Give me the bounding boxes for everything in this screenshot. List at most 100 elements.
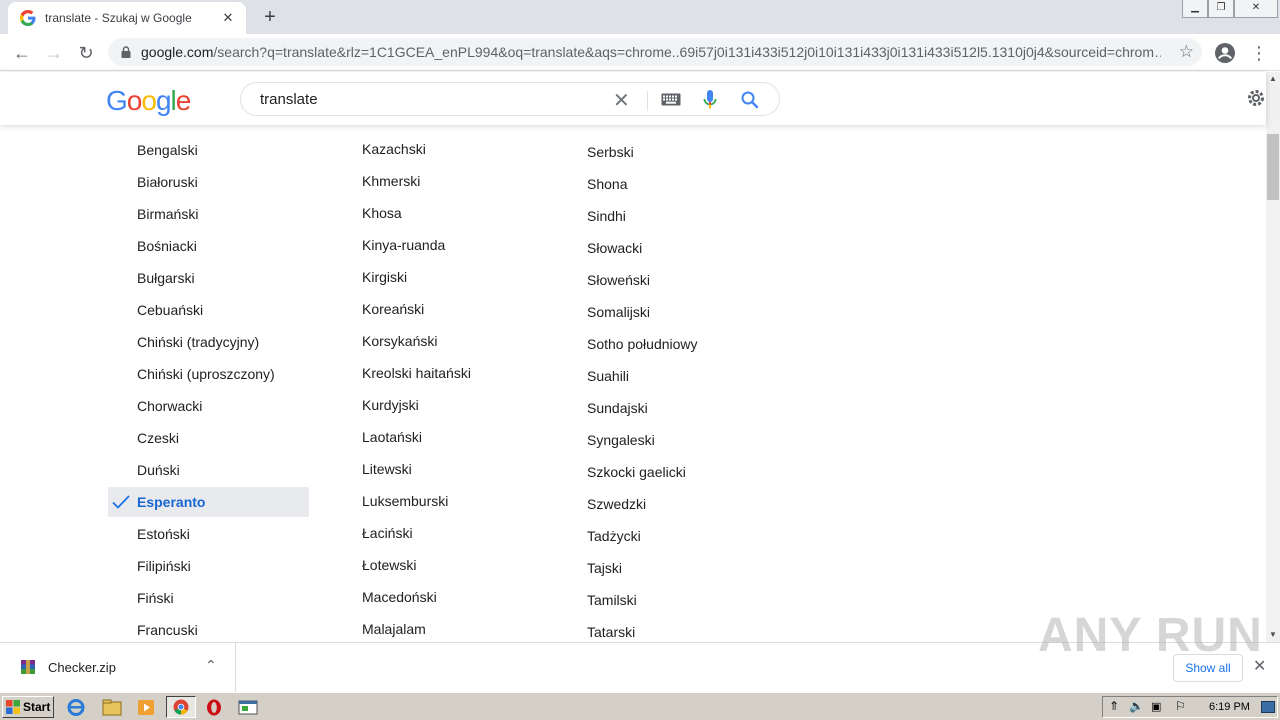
browser-tab[interactable]: translate - Szukaj w Google ✕ (8, 2, 246, 34)
back-button[interactable]: ← (9, 40, 35, 66)
new-tab-button[interactable]: + (258, 5, 282, 29)
start-button[interactable]: Start (2, 696, 54, 718)
language-option[interactable]: Szkocki gaelicki (587, 464, 686, 480)
language-option[interactable]: Fiński (137, 590, 174, 606)
language-option[interactable]: Shona (587, 176, 627, 192)
profile-icon[interactable] (1214, 42, 1236, 64)
language-option[interactable]: Filipiński (137, 558, 191, 574)
restore-button[interactable]: ❐ (1208, 0, 1234, 18)
action-center-flag-icon[interactable]: ⚐ (1175, 699, 1186, 713)
menu-kebab-icon[interactable]: ⋮ (1250, 40, 1268, 66)
network-icon[interactable]: ▣ (1151, 700, 1161, 713)
language-option[interactable]: Tadżycki (587, 528, 641, 544)
language-option[interactable]: Laotański (362, 429, 422, 445)
reload-button[interactable]: ↻ (73, 40, 99, 66)
language-option[interactable]: Tajski (587, 560, 622, 576)
language-option[interactable]: Kirgiski (362, 269, 407, 285)
bookmark-star-icon[interactable]: ☆ (1179, 42, 1194, 62)
url-host: google.com (141, 44, 214, 60)
show-desktop-icon[interactable] (1261, 701, 1275, 713)
page-scrollbar[interactable]: ▲ ▼ (1266, 72, 1280, 642)
checkmark-icon (112, 495, 130, 509)
window-close-button[interactable]: ✕ (1234, 0, 1278, 18)
language-list: Bengalski Białoruski Birmański Bośniacki Buł… (0, 125, 1266, 642)
language-option[interactable]: Duński (137, 462, 180, 478)
search-input[interactable]: translate (260, 91, 318, 108)
language-option[interactable]: Kazachski (362, 141, 426, 157)
language-option[interactable]: Malajalam (362, 621, 426, 637)
language-option[interactable]: Koreański (362, 301, 424, 317)
language-option[interactable]: Chiński (tradycyjny) (137, 334, 259, 350)
language-option[interactable]: Białoruski (137, 174, 198, 190)
chrome-icon (173, 699, 189, 715)
language-option[interactable]: Estoński (137, 526, 190, 542)
minimize-button[interactable]: ▁ (1182, 0, 1208, 18)
tab-close-icon[interactable]: ✕ (220, 10, 236, 26)
language-option[interactable]: Macedoński (362, 589, 437, 605)
address-bar[interactable]: google.com/search?q=translate&rlz=1C1GCE… (108, 38, 1202, 66)
language-option[interactable]: Serbski (587, 144, 634, 160)
language-option[interactable]: Łaciński (362, 525, 413, 541)
google-logo[interactable]: Google (106, 85, 191, 117)
language-option[interactable]: Luksemburski (362, 493, 448, 509)
search-box[interactable]: translate ✕ (240, 82, 780, 116)
language-option[interactable]: Cebuański (137, 302, 203, 318)
scrollbar-thumb[interactable] (1267, 134, 1279, 200)
volume-icon[interactable]: 🔈 (1129, 699, 1144, 713)
scroll-down-icon[interactable]: ▼ (1266, 628, 1280, 642)
window-app-icon[interactable] (236, 697, 260, 718)
language-option[interactable]: Łotewski (362, 557, 416, 573)
language-option[interactable]: Khosa (362, 205, 402, 221)
language-option[interactable]: Somalijski (587, 304, 650, 320)
browser-toolbar: ← → ↻ google.com/search?q=translate&rlz=… (0, 34, 1280, 71)
file-explorer-icon[interactable] (100, 697, 124, 718)
language-option[interactable]: Sotho południowy (587, 336, 698, 352)
language-option[interactable]: Sindhi (587, 208, 626, 224)
language-option[interactable]: Czeski (137, 430, 179, 446)
language-option[interactable]: Słowacki (587, 240, 642, 256)
language-option[interactable]: Sundajski (587, 400, 648, 416)
language-option[interactable]: Tamilski (587, 592, 637, 608)
language-option[interactable]: Bengalski (137, 142, 198, 158)
search-divider (647, 91, 648, 111)
forward-button[interactable]: → (41, 40, 67, 66)
language-option[interactable]: Szwedzki (587, 496, 646, 512)
language-option[interactable]: Kinya-ruanda (362, 237, 445, 253)
chevron-up-icon[interactable]: ⌃ (205, 657, 217, 674)
windows-flag-icon (6, 700, 20, 714)
chrome-taskbar-button[interactable] (166, 696, 196, 718)
language-option[interactable]: Esperanto (137, 494, 205, 510)
microphone-icon[interactable] (703, 90, 717, 110)
download-file-name: Checker.zip (48, 660, 116, 675)
start-label: Start (23, 700, 51, 714)
keyboard-icon[interactable] (661, 93, 681, 106)
language-option[interactable]: Bułgarski (137, 270, 195, 286)
language-option[interactable]: Chiński (uproszczony) (137, 366, 275, 382)
language-option[interactable]: Słoweński (587, 272, 650, 288)
download-item[interactable]: Checker.zip ⌃ (0, 643, 236, 692)
scroll-up-icon[interactable]: ▲ (1266, 72, 1280, 86)
language-option[interactable]: Suahili (587, 368, 629, 384)
google-search-header: Google translate ✕ (0, 72, 1266, 125)
clock[interactable]: 6:19 PM (1209, 701, 1250, 713)
language-option[interactable]: Khmerski (362, 173, 420, 189)
settings-gear-icon[interactable] (1246, 88, 1266, 108)
media-player-icon[interactable] (134, 697, 158, 718)
language-option[interactable]: Kurdyjski (362, 397, 419, 413)
language-option[interactable]: Bośniacki (137, 238, 197, 254)
search-icon[interactable] (740, 90, 760, 110)
url-text: google.com/search?q=translate&rlz=1C1GCE… (141, 44, 1161, 60)
language-option[interactable]: Birmański (137, 206, 198, 222)
internet-explorer-icon[interactable] (64, 697, 88, 718)
language-option[interactable]: Francuski (137, 622, 198, 638)
language-option[interactable]: Litewski (362, 461, 412, 477)
language-option[interactable]: Chorwacki (137, 398, 202, 414)
lock-icon (121, 46, 131, 58)
tray-expand-icon[interactable]: ⇑ (1109, 699, 1119, 713)
language-option[interactable]: Tatarski (587, 624, 635, 640)
language-option[interactable]: Kreolski haitański (362, 365, 471, 381)
language-option[interactable]: Syngaleski (587, 432, 655, 448)
language-option[interactable]: Korsykański (362, 333, 437, 349)
clear-search-icon[interactable]: ✕ (613, 88, 630, 113)
opera-icon[interactable] (202, 697, 226, 718)
